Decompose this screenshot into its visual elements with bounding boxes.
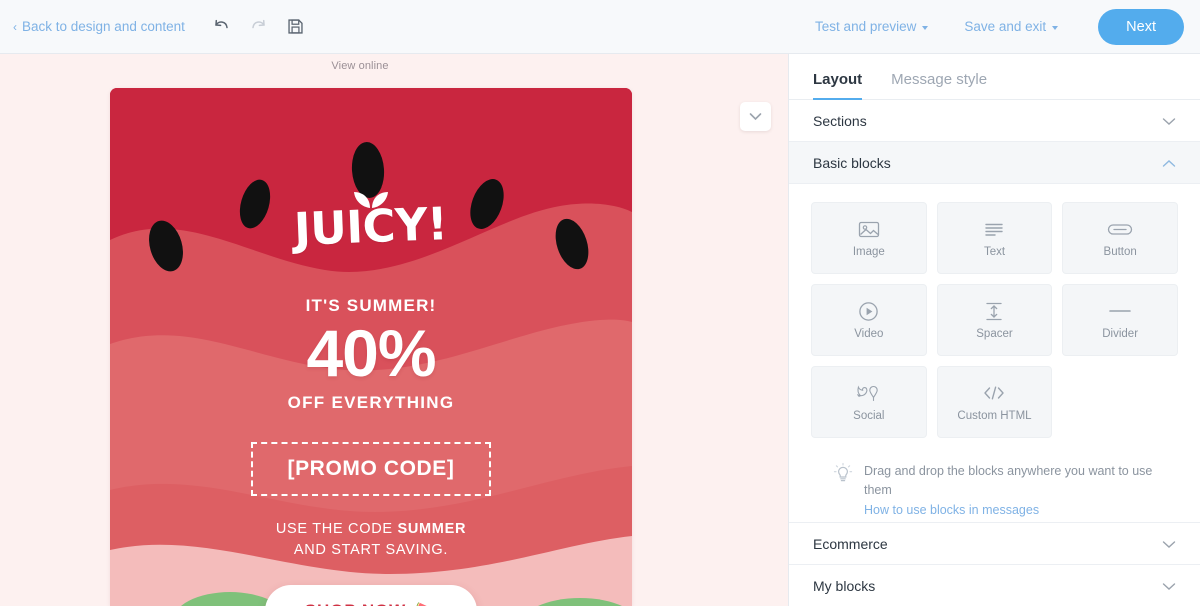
image-icon [858, 218, 880, 240]
juicy-logo-text: JUICY! [293, 197, 449, 256]
use-code-suffix: AND START SAVING. [293, 541, 449, 558]
email-headline: IT'S SUMMER! [305, 296, 437, 315]
use-code-prefix: USE THE CODE [275, 520, 398, 537]
shop-now-button[interactable]: SHOP NOW 🍉 [264, 584, 478, 606]
undo-button[interactable] [210, 15, 234, 39]
email-discount: 40% [306, 316, 436, 390]
save-and-exit-menu[interactable]: Save and exit [946, 19, 1076, 34]
basic-blocks-grid: Image Text Button Video Spacer Divider S… [811, 202, 1178, 438]
back-to-design-label: Back to design and content [22, 19, 185, 34]
back-chevron-icon: ‹ [13, 19, 17, 34]
spacer-arrows-icon [984, 300, 1004, 322]
block-tile-image[interactable]: Image [811, 202, 927, 274]
tab-layout[interactable]: Layout [813, 71, 863, 100]
back-to-design-link[interactable]: ‹ Back to design and content [13, 19, 185, 34]
panel-tabs: Layout Message style [789, 54, 1200, 100]
chevron-down-icon [922, 25, 929, 30]
watermelon-emoji-icon: 🍉 [415, 601, 437, 606]
block-tile-video[interactable]: Video [811, 284, 927, 356]
email-canvas: View online JUICY! IT'S SUMMER! 40% OFF … [0, 54, 788, 606]
chevron-down-icon [1162, 113, 1176, 129]
chevron-down-icon [1052, 25, 1059, 30]
block-tile-custom-html-label: Custom HTML [957, 410, 1032, 422]
save-and-exit-label: Save and exit [964, 19, 1047, 34]
accordion-basic-blocks-label: Basic blocks [813, 154, 891, 171]
undo-icon [215, 19, 229, 29]
lightbulb-icon [833, 462, 853, 489]
chevron-up-icon [1162, 155, 1176, 171]
toolbar-right-group: Test and preview Save and exit Next [797, 8, 1200, 45]
canvas-collapse-button[interactable] [740, 102, 771, 131]
block-tile-custom-html[interactable]: Custom HTML [936, 366, 1053, 438]
juicy-logo[interactable]: JUICY! [293, 184, 449, 256]
blocks-hint: Drag and drop the blocks anywhere you wa… [811, 438, 1178, 520]
tab-message-style[interactable]: Message style [891, 71, 987, 99]
redo-button[interactable] [247, 15, 271, 39]
right-sidebar-panel: Layout Message style Sections Basic bloc… [788, 54, 1200, 606]
accordion-basic-blocks[interactable]: Basic blocks [789, 142, 1200, 184]
chevron-down-icon [1162, 536, 1176, 552]
accordion-sections[interactable]: Sections [789, 100, 1200, 142]
chevron-down-icon [749, 113, 762, 121]
use-code-bold: SUMMER [397, 520, 467, 537]
email-content: JUICY! IT'S SUMMER! 40% OFF EVERYTHING [… [110, 88, 632, 606]
accordion-ecommerce-label: Ecommerce [813, 535, 888, 552]
code-tags-icon [981, 382, 1007, 404]
text-lines-icon [983, 218, 1005, 240]
next-button[interactable]: Next [1098, 8, 1184, 45]
block-tile-social-label: Social [853, 410, 885, 422]
block-tile-button[interactable]: Button [1062, 202, 1178, 274]
play-circle-icon [858, 300, 879, 322]
block-tile-image-label: Image [852, 246, 885, 258]
accordion-my-blocks-label: My blocks [813, 577, 876, 594]
divider-line-icon [1108, 300, 1132, 322]
email-subheadline: OFF EVERYTHING [287, 392, 455, 412]
save-disk-icon [288, 19, 303, 34]
use-code-text: USE THE CODE SUMMER AND START SAVING. [276, 519, 466, 561]
block-tile-text[interactable]: Text [936, 202, 1053, 274]
accordion-ecommerce[interactable]: Ecommerce [789, 522, 1200, 564]
button-pill-icon [1107, 218, 1133, 240]
basic-blocks-body: Image Text Button Video Spacer Divider S… [789, 184, 1200, 520]
block-tile-divider-label: Divider [1102, 328, 1139, 340]
chevron-down-icon [1162, 578, 1176, 594]
block-tile-text-label: Text [983, 246, 1006, 258]
history-button-group [210, 15, 308, 39]
email-preview-card[interactable]: JUICY! IT'S SUMMER! 40% OFF EVERYTHING [… [110, 88, 632, 606]
blocks-hint-message: Drag and drop the blocks anywhere you wa… [864, 464, 1153, 498]
block-tile-video-label: Video [854, 328, 884, 340]
test-and-preview-menu[interactable]: Test and preview [797, 19, 946, 34]
accordion-sections-label: Sections [813, 112, 867, 129]
block-tile-spacer-label: Spacer [976, 328, 1013, 340]
block-tile-spacer[interactable]: Spacer [936, 284, 1053, 356]
accordion-my-blocks[interactable]: My blocks [789, 564, 1200, 606]
promo-code-block[interactable]: [PROMO CODE] [251, 441, 491, 496]
panel-bottom-accordions: Ecommerce My blocks [789, 522, 1200, 606]
block-tile-divider[interactable]: Divider [1062, 284, 1178, 356]
top-toolbar: ‹ Back to design and content Test and pr… [0, 0, 1200, 54]
block-tile-social[interactable]: Social [811, 366, 927, 438]
how-to-use-blocks-link[interactable]: How to use blocks in messages [864, 501, 1174, 520]
redo-icon [252, 19, 266, 29]
test-and-preview-label: Test and preview [815, 19, 917, 34]
view-online-link[interactable]: View online [0, 60, 720, 72]
save-button[interactable] [284, 15, 308, 39]
shop-now-label: SHOP NOW [305, 601, 406, 606]
social-birds-icon [856, 382, 882, 404]
blocks-hint-text: Drag and drop the blocks anywhere you wa… [864, 462, 1174, 520]
block-tile-button-label: Button [1103, 246, 1137, 258]
